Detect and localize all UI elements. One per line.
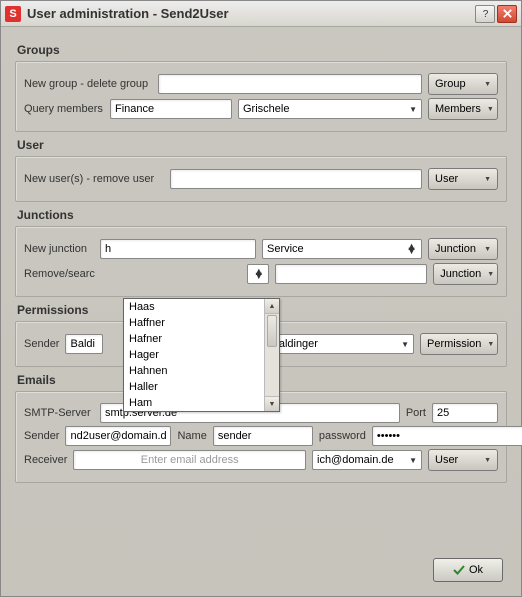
new-user-label: New user(s) - remove user <box>24 173 164 185</box>
svg-text:?: ? <box>482 9 488 19</box>
chevron-down-icon: ▼ <box>484 246 491 253</box>
email-sender-label: Sender <box>24 430 59 442</box>
user-box: New user(s) - remove user User▼ <box>15 156 507 202</box>
spinner-icon: ▲▼ <box>406 245 417 253</box>
check-icon <box>453 564 465 576</box>
sender-label: Sender <box>24 338 59 350</box>
service-select[interactable]: Service▲▼ <box>262 239 422 259</box>
permission-receiver-select[interactable]: Baldinger▼ <box>266 334 414 354</box>
email-user-button[interactable]: User▼ <box>428 449 498 471</box>
chevron-down-icon: ▼ <box>401 340 409 349</box>
receiver-input[interactable] <box>73 450 306 470</box>
name-label: Name <box>177 430 206 442</box>
email-sender-input[interactable] <box>65 426 171 446</box>
junction-button[interactable]: Junction▼ <box>428 238 498 260</box>
spinner-icon: ▲▼ <box>253 270 264 278</box>
new-junction-input[interactable] <box>100 239 256 259</box>
remove-junction-input[interactable] <box>275 264 427 284</box>
list-item[interactable]: Haffner <box>124 315 279 331</box>
query-members-label: Query members <box>24 103 104 115</box>
chevron-down-icon: ▼ <box>409 456 417 465</box>
new-group-label: New group - delete group <box>24 78 152 90</box>
password-input[interactable] <box>372 426 522 446</box>
new-junction-label: New junction <box>24 243 94 255</box>
chevron-down-icon: ▼ <box>487 341 494 348</box>
scroll-down-icon[interactable]: ▼ <box>265 396 279 411</box>
list-item[interactable]: Haller <box>124 379 279 395</box>
chevron-down-icon: ▼ <box>484 176 491 183</box>
name-input[interactable] <box>213 426 313 446</box>
permission-button[interactable]: Permission▼ <box>420 333 498 355</box>
dialog-window: S User administration - Send2User ? Grou… <box>0 0 522 597</box>
scrollbar[interactable]: ▲ ▼ <box>264 299 279 411</box>
new-group-input[interactable] <box>158 74 422 94</box>
list-item[interactable]: Hager <box>124 347 279 363</box>
chevron-down-icon: ▼ <box>484 81 491 88</box>
user-button[interactable]: User▼ <box>428 168 498 190</box>
chevron-down-icon: ▼ <box>487 106 494 113</box>
scroll-up-icon[interactable]: ▲ <box>265 299 279 314</box>
new-user-input[interactable] <box>170 169 422 189</box>
groups-box: New group - delete group Group▼ Query me… <box>15 61 507 132</box>
permission-sender-input[interactable] <box>65 334 103 354</box>
query-members-input[interactable] <box>110 99 232 119</box>
port-label: Port <box>406 407 426 419</box>
remove-junction-label: Remove/searc <box>24 268 94 280</box>
member-select[interactable]: Grischele▼ <box>238 99 422 119</box>
list-item[interactable]: Hahnen <box>124 363 279 379</box>
chevron-down-icon: ▼ <box>487 271 494 278</box>
junction-button-2[interactable]: Junction▼ <box>433 263 498 285</box>
content: Groups New group - delete group Group▼ Q… <box>1 27 521 499</box>
receiver-select[interactable]: ich@domain.de▼ <box>312 450 422 470</box>
help-button[interactable]: ? <box>475 5 495 23</box>
chevron-down-icon: ▼ <box>484 457 491 464</box>
autocomplete-dropdown[interactable]: Haas Haffner Hafner Hager Hahnen Haller … <box>123 298 280 412</box>
chevron-down-icon: ▼ <box>409 105 417 114</box>
junctions-heading: Junctions <box>17 208 507 222</box>
group-button[interactable]: Group▼ <box>428 73 498 95</box>
receiver-label: Receiver <box>24 454 67 466</box>
user-heading: User <box>17 138 507 152</box>
list-item[interactable]: Ham <box>124 395 279 411</box>
list-item[interactable]: Haas <box>124 299 279 315</box>
members-button[interactable]: Members▼ <box>428 98 498 120</box>
ok-button[interactable]: Ok <box>433 558 503 582</box>
smtp-label: SMTP-Server <box>24 407 94 419</box>
close-button[interactable] <box>497 5 517 23</box>
list-item[interactable]: Hafner <box>124 331 279 347</box>
port-input[interactable] <box>432 403 498 423</box>
remove-type-select[interactable]: ▲▼ <box>247 264 269 284</box>
scroll-thumb[interactable] <box>267 315 277 347</box>
password-label: password <box>319 430 366 442</box>
groups-heading: Groups <box>17 43 507 57</box>
titlebar: S User administration - Send2User ? <box>1 1 521 27</box>
junctions-box: New junction Service▲▼ Junction▼ Remove/… <box>15 226 507 297</box>
app-icon: S <box>5 6 21 22</box>
window-title: User administration - Send2User <box>27 6 473 21</box>
